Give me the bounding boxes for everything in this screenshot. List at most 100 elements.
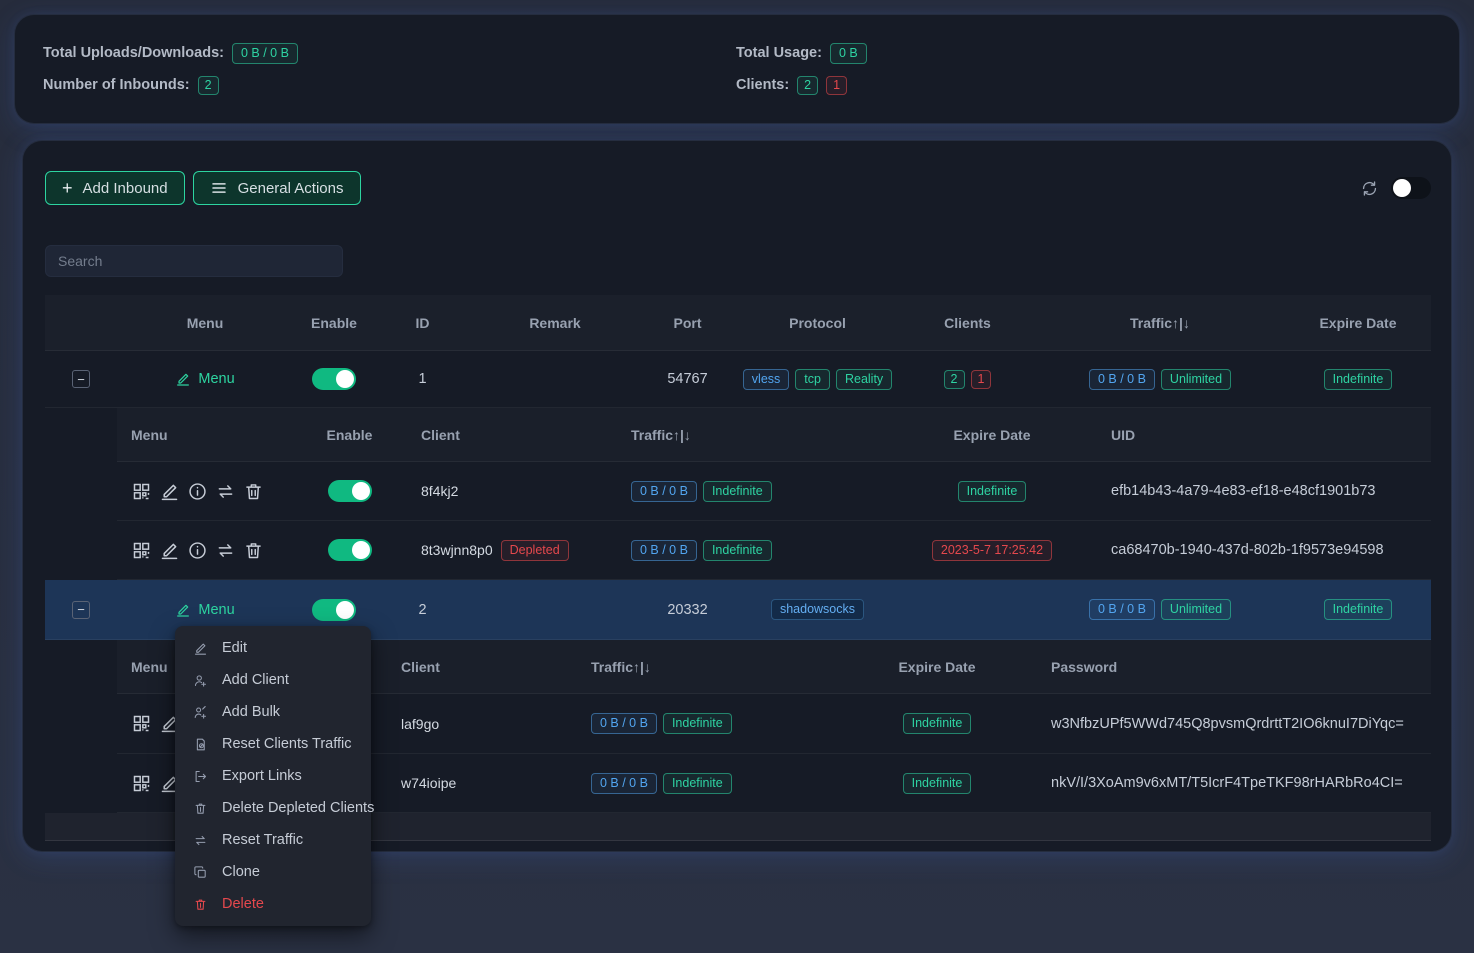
add-client-icon [193,673,208,688]
protocol-tag-shadowsocks: shadowsocks [771,599,864,620]
client-name: 8t3wjnn8p0 [421,542,493,558]
edit-client-icon[interactable] [159,540,180,561]
reset-traffic-icon[interactable] [215,540,236,561]
search-input[interactable] [45,245,343,277]
info-icon[interactable] [187,540,208,561]
edit-icon [193,641,208,656]
protocol-tag-tcp: tcp [795,369,830,390]
client-expire-tag: 2023-5-7 17:25:42 [932,540,1052,561]
traffic-limit-tag: Unlimited [1161,599,1231,620]
client-traffic: 0 B / 0 B Indefinite [607,540,897,561]
client-table-inbound-1: Menu Enable Client Traffic↑|↓ Expire Dat… [117,408,1431,580]
col-client-traffic[interactable]: Traffic↑|↓ [607,427,897,443]
add-inbound-label: Add Inbound [83,180,168,197]
client-traffic: 0 B / 0 B Indefinite [567,713,847,734]
inbound-menu-button[interactable]: Menu [175,602,234,618]
client-traffic-tag: 0 B / 0 B [591,713,657,734]
client-row-8f4kj2: 8f4kj2 0 B / 0 B Indefinite Indefinite e… [117,462,1431,521]
menu-item-add-bulk[interactable]: Add Bulk [175,696,371,728]
traffic-limit-tag: Unlimited [1161,369,1231,390]
inbound-menu-button[interactable]: Menu [175,371,234,387]
menu-item-add-client[interactable]: Add Client [175,664,371,696]
menu-item-delete[interactable]: Delete [175,888,371,920]
clients-active-count: 2 [797,76,818,95]
general-actions-label: General Actions [238,180,344,197]
inbound-row-1: − Menu 1 54767 vless tcp Reality 2 1 0 B… [45,351,1431,408]
number-of-inbounds-value: 2 [198,76,219,95]
info-icon[interactable] [187,481,208,502]
expire-tag: Indefinite [1324,599,1393,620]
client-traffic-tag: 0 B / 0 B [631,481,697,502]
menu-item-reset-clients-traffic[interactable]: Reset Clients Traffic [175,728,371,760]
client-name: 8f4kj2 [397,483,607,499]
col-client-menu: Menu [117,427,302,443]
reset-traffic-icon[interactable] [215,481,236,502]
col-client-traffic[interactable]: Traffic↑|↓ [567,659,847,675]
refresh-icon[interactable] [1360,179,1379,198]
inbound-id: 2 [375,602,470,618]
number-of-inbounds-label: Number of Inbounds: [43,77,190,93]
col-menu: Menu [117,315,293,331]
col-protocol: Protocol [735,315,900,331]
inbound-traffic: 0 B / 0 B Unlimited [1035,369,1285,390]
client-traffic: 0 B / 0 B Indefinite [567,773,847,794]
qr-code-icon[interactable] [131,540,152,561]
client-traffic-tag: 0 B / 0 B [591,773,657,794]
inbound-enable-toggle[interactable] [312,599,356,621]
client-actions [117,540,302,561]
client-limit-tag: Indefinite [663,713,732,734]
add-inbound-button[interactable]: + Add Inbound [45,171,185,205]
client-name-group: 8t3wjnn8p0 Depleted [397,540,607,561]
inbound-context-menu: Edit Add Client Add Bulk Reset Clients T… [175,626,371,926]
qr-code-icon[interactable] [131,773,152,794]
auto-refresh-toggle[interactable] [1391,177,1431,199]
qr-code-icon[interactable] [131,713,152,734]
menu-item-reset-traffic[interactable]: Reset Traffic [175,824,371,856]
collapse-row-button[interactable]: − [72,370,90,388]
client-enable-toggle[interactable] [328,480,372,502]
traffic-value-tag: 0 B / 0 B [1089,599,1155,620]
delete-icon [193,897,208,912]
depleted-badge: Depleted [501,540,569,561]
total-uploads-downloads-value: 0 B / 0 B [232,43,298,64]
client-expire-tag: Indefinite [903,773,972,794]
menu-item-clone[interactable]: Clone [175,856,371,888]
client-password: w3NfbzUPf5WWd745Q8pvsmQrdrttT2IO6knuI7Di… [1027,716,1431,732]
delete-depleted-clients-icon [193,801,208,816]
total-uploads-downloads-label: Total Uploads/Downloads: [43,45,224,61]
client-actions [117,481,302,502]
client-uid: efb14b43-4a79-4e83-ef18-e48cf1901b73 [1087,483,1431,499]
clients-depleted-count: 1 [826,76,847,95]
delete-client-icon[interactable] [243,540,264,561]
inbound-enable-toggle[interactable] [312,368,356,390]
client-limit-tag: Indefinite [703,481,772,502]
total-usage-label: Total Usage: [736,45,822,61]
delete-client-icon[interactable] [243,481,264,502]
reset-clients-traffic-icon [193,737,208,752]
inbounds-table-header: Menu Enable ID Remark Port Protocol Clie… [45,295,1431,351]
client-uid: ca68470b-1940-437d-802b-1f9573e94598 [1087,542,1431,558]
general-actions-button[interactable]: General Actions [193,171,361,205]
inbound-clients-counts: 2 1 [900,370,1035,389]
qr-code-icon[interactable] [131,481,152,502]
client-expire: Indefinite [847,773,1027,794]
client-enable-toggle[interactable] [328,539,372,561]
col-expire-date: Expire Date [1285,315,1431,331]
inbound-menu-label: Menu [198,602,234,618]
inbound-id: 1 [375,371,470,387]
menu-item-delete-depleted-clients[interactable]: Delete Depleted Clients [175,792,371,824]
col-traffic[interactable]: Traffic↑|↓ [1035,315,1285,331]
client-expire: Indefinite [897,481,1087,502]
clients-active-tag: 2 [944,370,965,389]
inbound-protocol-tags: vless tcp Reality [735,369,900,390]
client-expire-tag: Indefinite [903,713,972,734]
menu-item-edit[interactable]: Edit [175,632,371,664]
client-table-header: Menu Enable Client Traffic↑|↓ Expire Dat… [117,408,1431,462]
col-client-name: Client [377,659,567,675]
col-client-enable: Enable [302,427,397,443]
reset-traffic-icon [193,833,208,848]
client-traffic: 0 B / 0 B Indefinite [607,481,897,502]
collapse-row-button[interactable]: − [72,601,90,619]
edit-client-icon[interactable] [159,481,180,502]
menu-item-export-links[interactable]: Export Links [175,760,371,792]
